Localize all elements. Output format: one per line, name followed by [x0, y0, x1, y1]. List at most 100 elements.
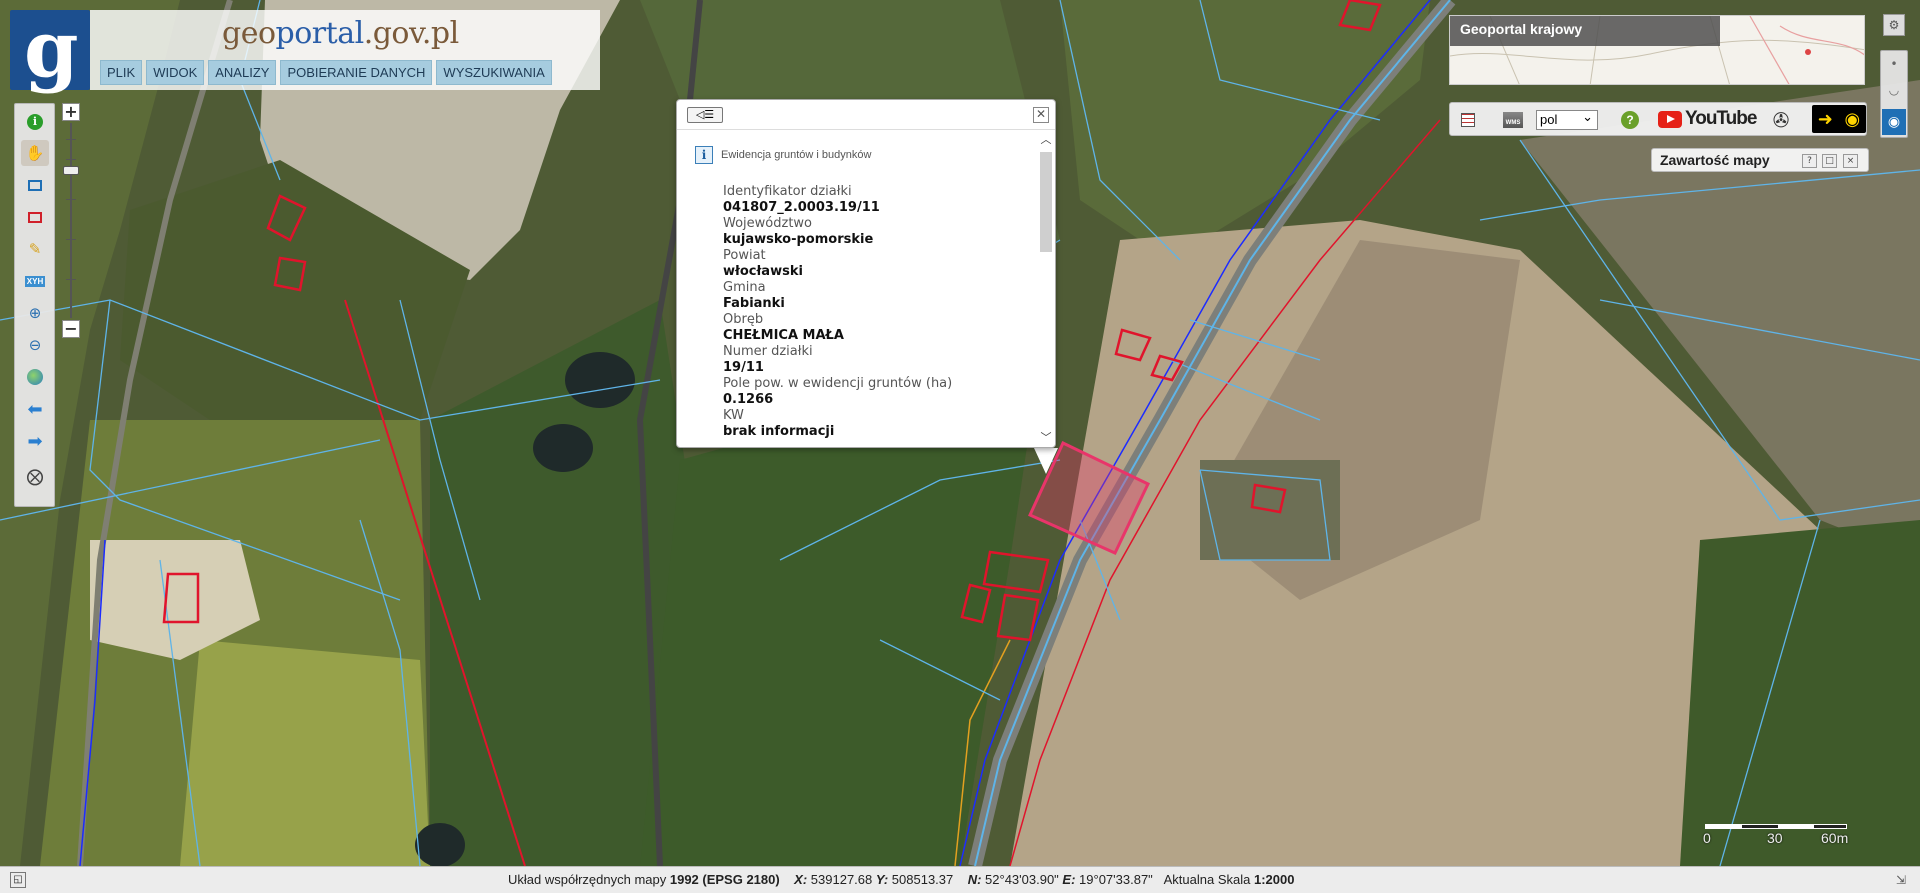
site-title: geoportal.gov.pl: [222, 16, 459, 51]
menu-item-analizy[interactable]: ANALIZY: [208, 60, 277, 85]
youtube-icon: [1658, 110, 1682, 128]
globe-icon[interactable]: [21, 364, 49, 390]
popup-scrollbar[interactable]: ︿ ﹀: [1039, 134, 1053, 444]
coordinate-readout: Układ współrzędnych mapy 1992 (EPSG 2180…: [508, 872, 1294, 887]
e-value: 19°07'33.87": [1079, 872, 1153, 887]
e-label: E:: [1062, 872, 1076, 887]
field-label: Numer działki: [723, 344, 813, 359]
x-label: X:: [794, 872, 808, 887]
zoom-plus-button[interactable]: +: [62, 103, 80, 121]
top-toolbar: WMS pol ? YouTube ✇ ➜◉: [1449, 102, 1867, 136]
y-value: 508513.37: [891, 872, 954, 887]
accessibility-icon[interactable]: ✇: [1768, 108, 1794, 132]
wms-icon[interactable]: WMS: [1500, 108, 1526, 132]
field-label: KW: [723, 408, 744, 423]
language-select[interactable]: pol: [1536, 108, 1598, 130]
info-icon: i: [695, 146, 713, 164]
field-label: Obręb: [723, 312, 764, 327]
side-controls: • ◡ ◉: [1880, 50, 1908, 138]
contrast-eye-button[interactable]: ➜ ◉: [1812, 105, 1866, 133]
list-view-button[interactable]: ◁☰: [687, 107, 723, 123]
youtube-link[interactable]: YouTube: [1658, 108, 1757, 130]
zoom-track[interactable]: [70, 123, 72, 318]
scale-label: 60m: [1821, 830, 1849, 846]
pan-hand-icon[interactable]: ✋: [21, 140, 49, 166]
list-icon[interactable]: [1456, 108, 1480, 132]
field-value: Fabianki: [723, 296, 785, 311]
field-label: Identyfikator działki: [723, 184, 852, 199]
chevron-down-icon[interactable]: ﹀: [1039, 432, 1053, 444]
overview-map[interactable]: Geoportal krajowy: [1449, 15, 1865, 85]
coord-system-label: Układ współrzędnych mapy: [508, 872, 667, 887]
zoom-tick: [66, 239, 76, 240]
zoom-slider[interactable]: + −: [60, 103, 82, 343]
menu-item-pobieranie-danych[interactable]: POBIERANIE DANYCH: [280, 60, 433, 85]
select-rect-icon[interactable]: [21, 172, 49, 198]
close-icon[interactable]: ✕: [1033, 107, 1049, 123]
dot-icon[interactable]: •: [1884, 53, 1904, 75]
scale-bar: 0 30 60m: [1703, 818, 1853, 858]
field-value: 0.1266: [723, 392, 774, 407]
resize-icon[interactable]: ◱: [10, 872, 26, 888]
zoom-tick: [66, 159, 76, 160]
field-value: kujawsko-pomorskie: [723, 232, 874, 247]
field-label: Województwo: [723, 216, 813, 231]
eye-icon: ◉: [1844, 108, 1861, 130]
crosshair-icon[interactable]: ⨂: [21, 464, 49, 490]
logo-letter: g: [24, 4, 79, 95]
menu-item-plik[interactable]: PLIK: [100, 60, 143, 85]
maximize-button[interactable]: □: [1822, 154, 1837, 168]
field-value: 19/11: [723, 360, 764, 375]
map-contents-label: Zawartość mapy: [1660, 152, 1770, 168]
field-value: 041807_2.0003.19/11: [723, 200, 880, 215]
menu-item-wyszukiwania[interactable]: WYSZUKIWANIA: [436, 60, 552, 85]
header-panel: geoportal.gov.pl PLIK WIDOK ANALIZY POBI…: [90, 10, 600, 90]
zoom-tick: [66, 139, 76, 140]
menu-item-widok[interactable]: WIDOK: [146, 60, 205, 85]
close-button[interactable]: ×: [1843, 154, 1858, 168]
chevron-up-icon[interactable]: ︿: [1039, 134, 1053, 146]
geoportal-logo[interactable]: g: [10, 4, 90, 95]
scale-line: [1705, 824, 1847, 829]
y-label: Y:: [875, 872, 889, 887]
x-value: 539127.68: [810, 872, 873, 887]
scale-label: 0: [1703, 830, 1711, 846]
help-icon[interactable]: ?: [1618, 108, 1642, 132]
n-value: 52°43'03.90": [985, 872, 1059, 887]
zoom-tick: [66, 279, 76, 280]
map-contents-panel[interactable]: Zawartość mapy ? □ ×: [1651, 148, 1869, 172]
layer-row: i Ewidencja gruntów i budynków: [695, 146, 871, 164]
zoom-out-icon[interactable]: ⊖: [21, 332, 49, 358]
status-bar: ◱ Układ współrzędnych mapy 1992 (EPSG 21…: [0, 866, 1920, 893]
pencil-icon[interactable]: ✎: [21, 236, 49, 262]
popup-content: i Ewidencja gruntów i budynków Identyfik…: [677, 130, 1039, 448]
expand-icon[interactable]: ⇲: [1893, 872, 1909, 888]
help-button[interactable]: ?: [1802, 154, 1817, 168]
arrow-icon: ➜: [1817, 108, 1833, 130]
main-menu: PLIK WIDOK ANALIZY POBIERANIE DANYCH WYS…: [100, 60, 552, 85]
eye-icon[interactable]: ◉: [1882, 109, 1906, 135]
scroll-thumb[interactable]: [1040, 152, 1052, 252]
info-icon[interactable]: i: [21, 109, 49, 135]
overview-title: Geoportal krajowy: [1450, 16, 1720, 46]
xyh-icon[interactable]: XYH: [21, 268, 49, 294]
scale-label: 30: [1767, 830, 1783, 846]
popup-pointer: [1034, 448, 1058, 474]
zoom-minus-button[interactable]: −: [62, 320, 80, 338]
back-arrow-icon[interactable]: ⬅: [21, 396, 49, 422]
zoom-handle[interactable]: [63, 166, 79, 175]
settings-icon[interactable]: ⚙: [1883, 14, 1905, 36]
n-label: N:: [967, 872, 982, 887]
field-value: CHEŁMICA MAŁA: [723, 328, 844, 343]
small-eye-icon[interactable]: ◡: [1884, 79, 1904, 101]
zoom-tick: [66, 199, 76, 200]
forward-arrow-icon[interactable]: ➡: [21, 428, 49, 454]
parcel-fields: Identyfikator działki 041807_2.0003.19/1…: [723, 184, 952, 440]
feature-info-popup: ◁☰ ✕ i Ewidencja gruntów i budynków Iden…: [676, 99, 1056, 448]
map-toolbar: i ✋ ✎ XYH ⊕ ⊖ ⬅ ➡ ⨂: [14, 103, 55, 507]
field-label: Gmina: [723, 280, 766, 295]
zoom-in-icon[interactable]: ⊕: [21, 300, 49, 326]
field-label: Powiat: [723, 248, 766, 263]
select-red-icon[interactable]: [21, 204, 49, 230]
field-value: brak informacji: [723, 424, 835, 439]
